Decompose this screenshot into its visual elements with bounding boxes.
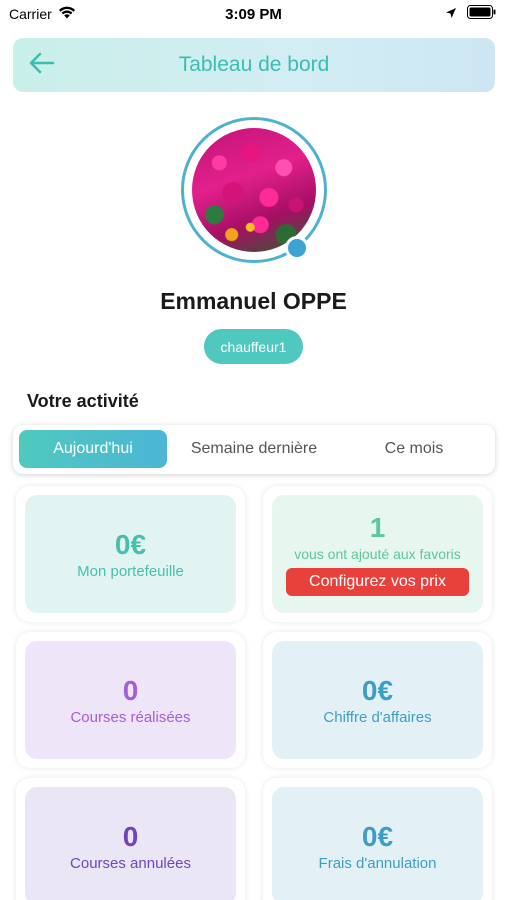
favorites-card: 1 vous ont ajouté aux favoris Configurez… (263, 486, 492, 622)
page-title: Tableau de bord (178, 53, 330, 76)
online-status-indicator (285, 236, 309, 260)
status-time: 3:09 PM (225, 6, 282, 23)
wallet-value: 0€ (114, 528, 147, 560)
status-bar: Carrier 3:09 PM (0, 0, 507, 28)
battery-icon (467, 5, 497, 22)
cancelled-rides-value: 0 (122, 820, 139, 852)
cancellation-fees-label: Frais d'annulation (318, 854, 437, 872)
avatar-ring (181, 117, 327, 263)
favorites-label: vous ont ajouté aux favoris (294, 546, 461, 562)
cancelled-rides-label: Courses annulées (70, 854, 191, 872)
tab-last-week[interactable]: Semaine dernière (173, 430, 335, 468)
completed-rides-label: Courses réalisées (70, 708, 191, 726)
wallet-card[interactable]: 0€ Mon portefeuille (16, 486, 245, 622)
cancellation-fees-card[interactable]: 0€ Frais d'annulation (263, 778, 492, 900)
avatar[interactable] (192, 128, 316, 252)
wallet-label: Mon portefeuille (77, 562, 184, 580)
revenue-value: 0€ (361, 674, 394, 706)
back-button[interactable] (27, 51, 57, 79)
revenue-label: Chiffre d'affaires (323, 708, 432, 726)
cancelled-rides-card[interactable]: 0 Courses annulées (16, 778, 245, 900)
period-tabs: Aujourd'hui Semaine dernière Ce mois (13, 425, 495, 474)
favorites-value: 1 (369, 512, 386, 543)
completed-rides-value: 0 (122, 674, 139, 706)
configure-prices-button[interactable]: Configurez vos prix (286, 568, 469, 596)
tab-this-month[interactable]: Ce mois (343, 430, 485, 468)
activity-section-title: Votre activité (27, 391, 139, 411)
user-name: Emmanuel OPPE (160, 288, 347, 314)
header-bar: Tableau de bord (13, 38, 495, 92)
cancellation-fees-value: 0€ (361, 820, 394, 852)
arrow-left-icon (29, 52, 55, 79)
tab-today[interactable]: Aujourd'hui (19, 430, 167, 468)
revenue-card[interactable]: 0€ Chiffre d'affaires (263, 632, 492, 768)
location-arrow-icon (445, 6, 457, 22)
role-badge: chauffeur1 (204, 329, 303, 364)
status-right (445, 5, 497, 22)
completed-rides-card[interactable]: 0 Courses réalisées (16, 632, 245, 768)
